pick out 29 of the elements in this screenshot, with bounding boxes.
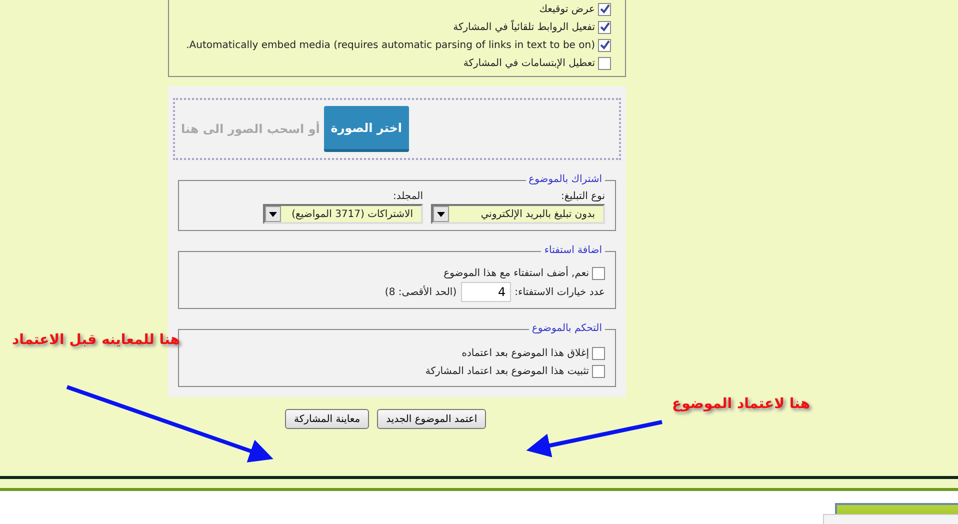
caret-icon	[433, 206, 449, 222]
checkbox[interactable]	[592, 266, 605, 280]
max-note: (الحد الأقصى: 8)	[384, 284, 457, 300]
form-button[interactable]: معاينة المشاركة	[285, 409, 370, 429]
field-label: عدد خيارات الاستفتاء:	[514, 286, 605, 300]
checkbox-label: Automatically embed media (requires automatic parsing of links in text to be on).	[186, 38, 595, 52]
checkbox-label: إغلاق هذا الموضوع بعد اعتماده	[462, 346, 589, 360]
number-field[interactable]: 4	[460, 282, 511, 302]
dropdown[interactable]: الاشتراكات (3717 المواضيع)	[263, 204, 423, 224]
checkbox[interactable]	[598, 20, 611, 34]
checkbox-label: نعم, أضف استفتاء مع هذا الموضوع	[444, 266, 589, 280]
checkbox[interactable]	[598, 56, 611, 70]
checkbox-label: تفعيل الروابط تلقائياً في المشاركة	[453, 20, 595, 34]
field-label: المجلد:	[392, 190, 423, 204]
checkbox[interactable]	[592, 364, 605, 378]
checkbox-label: تعطيل الإبتسامات في المشاركة	[463, 56, 595, 70]
form-button[interactable]: اعتمد الموضوع الجديد	[377, 409, 486, 429]
checkbox[interactable]	[598, 2, 611, 16]
annotation-text: هنا للمعاينه قبل الاعتماد	[12, 331, 180, 350]
dropdown[interactable]: بدون تبليغ بالبريد الإلكتروني	[431, 204, 605, 224]
field-label: نوع التبليغ:	[560, 190, 605, 204]
caret-icon	[265, 206, 281, 222]
checkbox[interactable]	[592, 346, 605, 360]
checkbox-label: عرض توقيعك	[539, 2, 595, 16]
annotation-text: هنا لاعتماد الموضوع	[672, 395, 810, 414]
checkbox-label: تثبيت هذا الموضوع بعد اعتماد المشاركة	[425, 364, 589, 378]
choose-image-button[interactable]: اختر الصورة	[324, 106, 409, 152]
checkbox[interactable]	[598, 38, 611, 52]
drop-hint: أو اسحب الصور الى هنا	[181, 120, 320, 138]
